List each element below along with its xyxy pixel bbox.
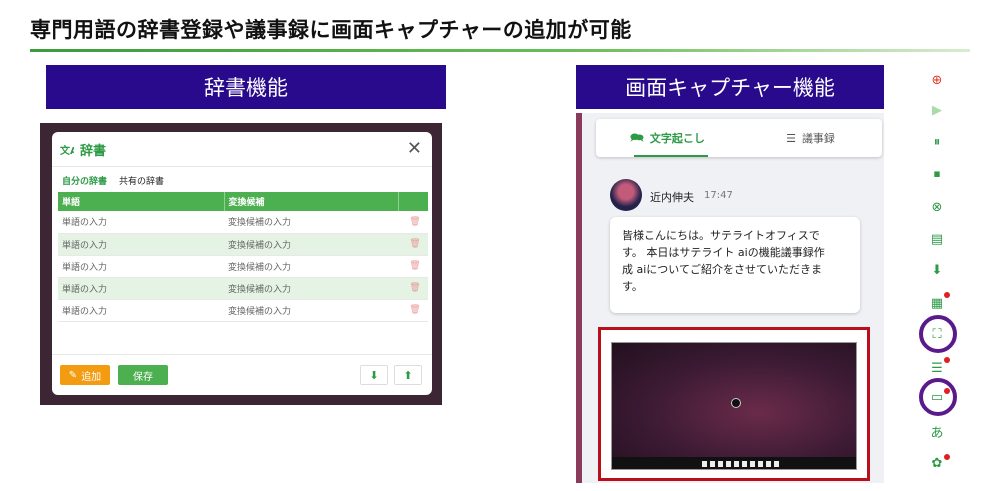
trash-icon[interactable]: 🗑 <box>398 233 428 256</box>
capture-section-header: 画面キャプチャー機能 <box>576 65 884 109</box>
dictionary-dialog-header: 文A 辞書 <box>60 140 107 160</box>
title-underline <box>30 49 970 52</box>
word-cell[interactable]: 単語の入力 <box>58 211 224 234</box>
play-icon[interactable]: ▶ <box>926 99 948 121</box>
add-button-label: 追加 <box>81 371 102 383</box>
tab-my-dictionary[interactable]: 自分の辞書 <box>60 172 110 194</box>
dictionary-dialog: 文A 辞書 ✕ 自分の辞書 共有の辞書 単語 変換候補 単語の入力 変換候補の入… <box>52 132 432 395</box>
column-header-word: 単語 <box>58 192 225 211</box>
word-cell[interactable]: 単語の入力 <box>58 255 224 278</box>
candidate-cell[interactable]: 変換候補の入力 <box>224 233 398 256</box>
add-note-icon: ✎ <box>68 369 78 381</box>
screen-capture-icon[interactable]: ⛶ <box>926 323 948 345</box>
word-cell[interactable]: 単語の入力 <box>58 299 224 322</box>
stop-icon[interactable]: ⏹ <box>926 163 948 185</box>
notification-dot <box>944 454 950 460</box>
notification-dot <box>944 292 950 298</box>
record-icon[interactable]: ⊕ <box>926 69 948 91</box>
message-line: 成 aiについてご紹介をさせていただきま <box>622 263 822 276</box>
clipboard-download-icon[interactable]: ⬇ <box>926 259 948 281</box>
divider <box>52 166 432 167</box>
text-a-icon[interactable]: あ <box>926 420 948 442</box>
candidate-cell[interactable]: 変換候補の入力 <box>224 255 398 278</box>
add-button[interactable]: ✎ 追加 <box>60 365 110 385</box>
close-icon[interactable]: ✕ <box>407 138 422 159</box>
capture-tabs: 🗪 文字起こし ☰ 議事録 <box>596 119 882 157</box>
list-icon[interactable]: ☰ <box>926 357 948 379</box>
avatar <box>610 179 642 211</box>
screenshot-taskbar <box>612 457 856 469</box>
table-row: 単語の入力 変換候補の入力 🗑 <box>58 299 428 322</box>
capture-panel: 🗪 文字起こし ☰ 議事録 近内伸夫 17:47 皆様こんにちは。サテライトオフ… <box>576 113 884 483</box>
table-row: 単語の入力 変換候補の入力 🗑 <box>58 233 428 256</box>
active-tab-indicator <box>634 155 708 157</box>
captured-screenshot[interactable] <box>611 342 857 470</box>
save-button[interactable]: 保存 <box>118 365 168 385</box>
download-icon[interactable]: ⬇ <box>360 365 388 385</box>
pause-icon[interactable]: ⏸ <box>926 131 948 153</box>
document-icon[interactable]: ▤ <box>926 228 948 250</box>
dictionary-table: 単語 変換候補 単語の入力 変換候補の入力 🗑 単語の入力 変換候補の入力 🗑 … <box>58 192 428 322</box>
trash-icon[interactable]: 🗑 <box>398 211 428 234</box>
candidate-cell[interactable]: 変換候補の入力 <box>224 277 398 300</box>
screenshot-avatar <box>731 398 741 408</box>
tab-minutes[interactable]: ☰ 議事録 <box>739 119 882 157</box>
tab-transcription[interactable]: 🗪 文字起こし <box>596 119 739 157</box>
tab-minutes-label: 議事録 <box>801 132 835 145</box>
table-row: 単語の入力 変換候補の入力 🗑 <box>58 255 428 278</box>
tab-transcription-label: 文字起こし <box>649 132 705 145</box>
trash-icon[interactable]: 🗑 <box>398 255 428 278</box>
table-row: 単語の入力 変換候補の入力 🗑 <box>58 211 428 234</box>
message-time: 17:47 <box>704 190 733 201</box>
message-line: す。 <box>622 280 643 293</box>
minutes-icon: ☰ <box>786 131 796 145</box>
divider <box>52 354 432 355</box>
translate-icon: 文A <box>60 144 74 157</box>
trash-icon[interactable]: 🗑 <box>398 277 428 300</box>
dictionary-tabs: 自分の辞書 共有の辞書 <box>60 172 166 194</box>
message-line: 皆様こんにちは。サテライトオフィスで <box>622 229 820 242</box>
captured-screenshot-highlight <box>598 327 870 481</box>
word-cell[interactable]: 単語の入力 <box>58 277 224 300</box>
candidate-cell[interactable]: 変換候補の入力 <box>224 211 398 234</box>
table-row: 単語の入力 変換候補の入力 🗑 <box>58 277 428 300</box>
transcription-icon: 🗪 <box>630 130 644 144</box>
speaker-name: 近内伸夫 <box>650 191 694 204</box>
column-header-candidate: 変換候補 <box>224 192 399 211</box>
cancel-icon[interactable]: ⊗ <box>926 196 948 218</box>
dictionary-section-header: 辞書機能 <box>46 65 446 109</box>
message-line: す。 本日はサテライト aiの機能議事録作 <box>622 246 825 259</box>
trash-icon[interactable]: 🗑 <box>398 299 428 322</box>
upload-icon[interactable]: ⬆ <box>394 365 422 385</box>
page-title: 専門用語の辞書登録や議事録に画面キャプチャーの追加が可能 <box>30 18 632 42</box>
dictionary-dialog-title: 辞書 <box>80 144 107 159</box>
tab-shared-dictionary[interactable]: 共有の辞書 <box>117 172 166 194</box>
message-bubble: 皆様こんにちは。サテライトオフィスで す。 本日はサテライト aiの機能議事録作… <box>610 217 860 313</box>
notification-dot <box>944 388 950 394</box>
svg-text:文A: 文A <box>60 144 74 157</box>
candidate-cell[interactable]: 変換候補の入力 <box>224 299 398 322</box>
word-cell[interactable]: 単語の入力 <box>58 233 224 256</box>
